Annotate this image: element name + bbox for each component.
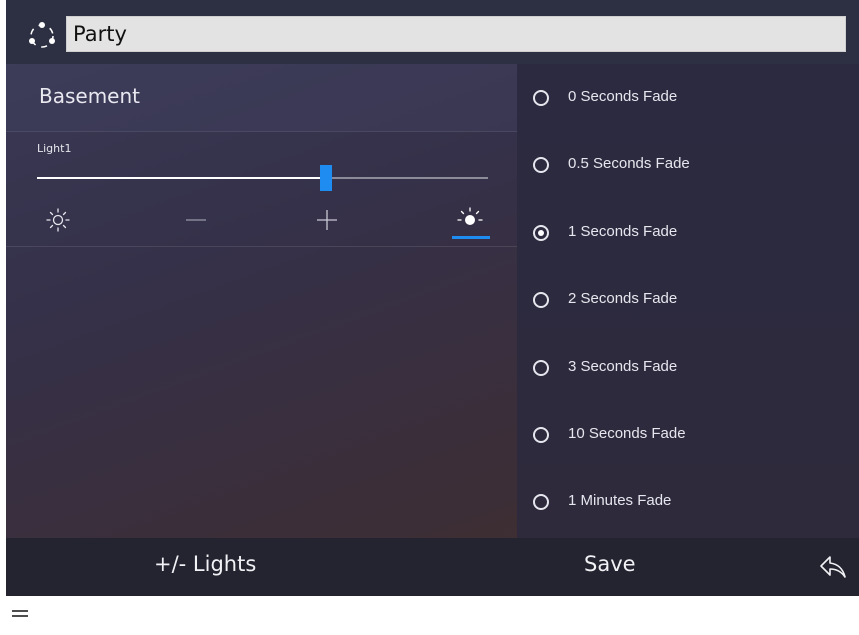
fade-option-label: 1 Minutes Fade	[568, 492, 672, 509]
fade-option-label: 2 Seconds Fade	[568, 290, 678, 307]
radio-button[interactable]	[533, 494, 549, 510]
room-header: Basement	[6, 64, 517, 132]
fade-option-label: 0.5 Seconds Fade	[568, 155, 690, 172]
plus-icon[interactable]	[311, 204, 343, 236]
scene-name-field[interactable]: Party	[66, 16, 846, 52]
light-level-slider[interactable]	[37, 165, 488, 191]
app-frame: Party Basement Light1 0 Seconds Fade 0.5…	[6, 0, 859, 596]
fade-options-panel: 0 Seconds Fade 0.5 Seconds Fade 1 Second…	[517, 64, 859, 538]
fade-option-label: 10 Seconds Fade	[568, 425, 686, 442]
header-bar: Party	[6, 0, 859, 64]
footer-bar: +/- Lights Save	[6, 538, 859, 596]
light-label: Light1	[37, 142, 72, 155]
fade-option-label: 0 Seconds Fade	[568, 88, 678, 105]
lights-toggle-button[interactable]: +/- Lights	[154, 552, 256, 576]
radio-button[interactable]	[533, 292, 549, 308]
fade-option[interactable]: 2 Seconds Fade	[517, 281, 859, 321]
brightness-min-icon[interactable]	[42, 204, 74, 236]
radio-button[interactable]	[533, 90, 549, 106]
minus-icon[interactable]	[180, 204, 212, 236]
room-panel: Basement Light1	[6, 64, 517, 538]
fade-option[interactable]: 3 Seconds Fade	[517, 349, 859, 389]
fade-option[interactable]: 0 Seconds Fade	[517, 79, 859, 119]
scene-spinner-icon	[29, 22, 55, 48]
save-button[interactable]: Save	[584, 552, 636, 576]
radio-button[interactable]	[533, 427, 549, 443]
brightness-max-icon[interactable]	[454, 204, 486, 236]
slider-fill	[37, 177, 326, 179]
fade-option[interactable]: 1 Minutes Fade	[517, 483, 859, 523]
fade-option-label: 1 Seconds Fade	[568, 223, 678, 240]
fade-option[interactable]: 0.5 Seconds Fade	[517, 146, 859, 186]
slider-thumb[interactable]	[319, 165, 332, 191]
fade-option[interactable]: 10 Seconds Fade	[517, 416, 859, 456]
menu-icon[interactable]	[10, 603, 30, 623]
radio-button[interactable]	[533, 157, 549, 173]
room-title: Basement	[39, 84, 141, 108]
fade-option-label: 3 Seconds Fade	[568, 358, 678, 375]
back-arrow-icon[interactable]	[818, 554, 848, 580]
fade-option[interactable]: 1 Seconds Fade	[517, 214, 859, 254]
radio-button[interactable]	[533, 360, 549, 376]
radio-button[interactable]	[533, 225, 549, 241]
selected-control-indicator	[452, 236, 490, 239]
light-control: Light1	[6, 132, 517, 247]
